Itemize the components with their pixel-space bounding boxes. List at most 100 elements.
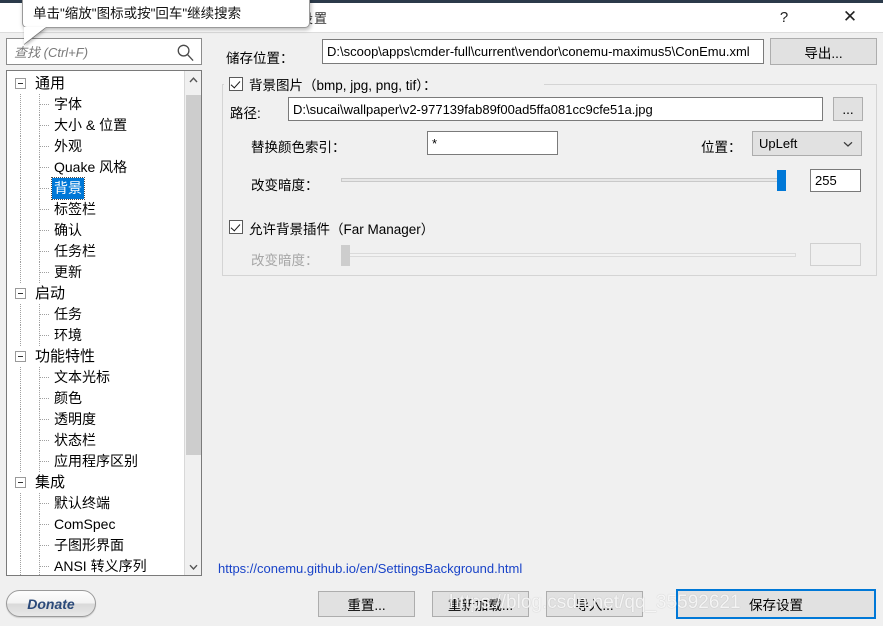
- tree-item-label: 文本光标: [54, 369, 110, 385]
- tree-item-7[interactable]: 确认: [7, 220, 183, 241]
- tree-item-4[interactable]: Quake 风格: [7, 157, 183, 178]
- tree-item-0[interactable]: 通用: [7, 73, 183, 94]
- tree-guide-line: [40, 377, 50, 378]
- search-tooltip: 单击"缩放"图标或按"回车"继续搜索: [22, 0, 310, 28]
- export-button[interactable]: 导出...: [770, 38, 877, 65]
- collapse-icon[interactable]: [15, 78, 26, 89]
- tree-item-16[interactable]: 透明度: [7, 409, 183, 430]
- tree-guide-line: [20, 262, 21, 283]
- tree-item-15[interactable]: 颜色: [7, 388, 183, 409]
- search-input[interactable]: [12, 42, 166, 63]
- chevron-up-icon[interactable]: [185, 71, 201, 88]
- browse-button[interactable]: ...: [833, 97, 863, 121]
- collapse-icon[interactable]: [15, 351, 26, 362]
- import-button[interactable]: 导入...: [546, 591, 643, 617]
- darkness-value-input[interactable]: [810, 169, 861, 192]
- tree-item-1[interactable]: 字体: [7, 94, 183, 115]
- tree-item-label: 任务: [54, 306, 82, 322]
- tooltip-pointer: [24, 27, 46, 44]
- tree-item-3[interactable]: 外观: [7, 136, 183, 157]
- settings-tree: 通用字体大小 & 位置外观 Quake 风格 背景 标签栏 确认 任务栏 更新启动任务环境功…: [7, 73, 183, 575]
- tree-item-label: 颜色: [54, 390, 82, 406]
- tree-guide-line: [40, 188, 50, 189]
- tree-item-14[interactable]: 文本光标: [7, 367, 183, 388]
- tree-guide-line: [40, 398, 50, 399]
- darkness-slider-thumb[interactable]: [777, 170, 786, 191]
- tree-guide-line: [40, 167, 50, 168]
- tree-guide-line: [20, 388, 21, 409]
- reload-button[interactable]: 重新加载...: [432, 591, 529, 617]
- tree-guide-line: [20, 241, 21, 262]
- color-index-label: 替换颜色索引：: [251, 140, 346, 155]
- far-plugin-checkbox[interactable]: [229, 220, 243, 234]
- storage-location-label: 储存位置：: [226, 51, 294, 66]
- donate-button[interactable]: Donate: [6, 590, 96, 617]
- tree-guide-line: [40, 272, 50, 273]
- tree-guide-line: [40, 314, 50, 315]
- tree-item-label: 功能特性: [35, 348, 96, 365]
- tree-item-20[interactable]: 默认终端: [7, 493, 183, 514]
- far-darkness-label: 改变暗度：: [251, 253, 319, 268]
- tree-item-label: 外观: [54, 138, 82, 154]
- tree-guide-line: [20, 451, 21, 472]
- close-button[interactable]: ✕: [829, 4, 871, 30]
- tree-item-18[interactable]: 应用程序区别: [7, 451, 183, 472]
- tree-item-5[interactable]: 背景: [7, 177, 183, 200]
- tree-guide-line: [20, 556, 21, 575]
- position-dropdown[interactable]: UpLeft: [752, 131, 862, 156]
- position-dropdown-value: UpLeft: [759, 136, 798, 151]
- tree-item-23[interactable]: ANSI 转义序列: [7, 556, 183, 575]
- tree-item-label: 状态栏: [54, 432, 96, 448]
- tree-guide-line: [40, 335, 50, 336]
- darkness-label: 改变暗度：: [251, 178, 319, 193]
- tree-item-17[interactable]: 状态栏: [7, 430, 183, 451]
- save-button[interactable]: 保存设置: [676, 589, 876, 619]
- tree-guide-line: [20, 325, 21, 346]
- tree-guide-line: [20, 199, 21, 220]
- tree-guide-line: [20, 409, 21, 430]
- search-icon[interactable]: [176, 43, 195, 62]
- tree-guide-line: [20, 304, 21, 325]
- tree-scrollbar[interactable]: [184, 71, 201, 575]
- background-image-checkbox[interactable]: [229, 77, 243, 91]
- collapse-icon[interactable]: [15, 288, 26, 299]
- tree-item-21[interactable]: ComSpec: [7, 514, 183, 535]
- background-image-path-input[interactable]: [288, 97, 823, 121]
- storage-path-input[interactable]: [322, 39, 764, 64]
- far-darkness-slider-thumb: [341, 245, 350, 266]
- tree-item-12[interactable]: 环境: [7, 325, 183, 346]
- tree-item-11[interactable]: 任务: [7, 304, 183, 325]
- collapse-icon[interactable]: [15, 477, 26, 488]
- tree-guide-line: [40, 524, 50, 525]
- help-url-link[interactable]: https://conemu.github.io/en/SettingsBack…: [218, 561, 522, 576]
- tree-guide-line: [40, 209, 50, 210]
- tree-item-label: 背景: [51, 177, 85, 200]
- tree-item-6[interactable]: 标签栏: [7, 199, 183, 220]
- help-button[interactable]: ?: [763, 4, 805, 30]
- tree-item-13[interactable]: 功能特性: [7, 346, 183, 367]
- tree-guide-line: [20, 514, 21, 535]
- tree-item-9[interactable]: 更新: [7, 262, 183, 283]
- tree-guide-line: [20, 493, 21, 514]
- darkness-slider-track[interactable]: [341, 178, 786, 182]
- chevron-down-icon[interactable]: [185, 558, 201, 575]
- tree-guide-line: [20, 220, 21, 241]
- tree-scrollbar-thumb[interactable]: [186, 95, 201, 455]
- tree-item-8[interactable]: 任务栏: [7, 241, 183, 262]
- tree-item-2[interactable]: 大小 & 位置: [7, 115, 183, 136]
- tree-item-22[interactable]: 子图形界面: [7, 535, 183, 556]
- position-label: 位置：: [701, 140, 742, 155]
- tree-item-label: 字体: [54, 96, 82, 112]
- tree-item-10[interactable]: 启动: [7, 283, 183, 304]
- tree-guide-line: [40, 146, 50, 147]
- settings-tree-panel[interactable]: 通用字体大小 & 位置外观 Quake 风格 背景 标签栏 确认 任务栏 更新启动任务环境功…: [6, 70, 202, 576]
- reset-button[interactable]: 重置...: [318, 591, 415, 617]
- tree-guide-line: [20, 367, 21, 388]
- tree-guide-line: [40, 125, 50, 126]
- chevron-down-icon[interactable]: [843, 139, 853, 149]
- tree-item-label: ComSpec: [54, 516, 116, 532]
- tree-item-label: 启动: [35, 285, 66, 302]
- tree-item-19[interactable]: 集成: [7, 472, 183, 493]
- color-index-input[interactable]: [427, 131, 558, 155]
- far-darkness-slider-track: [341, 253, 796, 257]
